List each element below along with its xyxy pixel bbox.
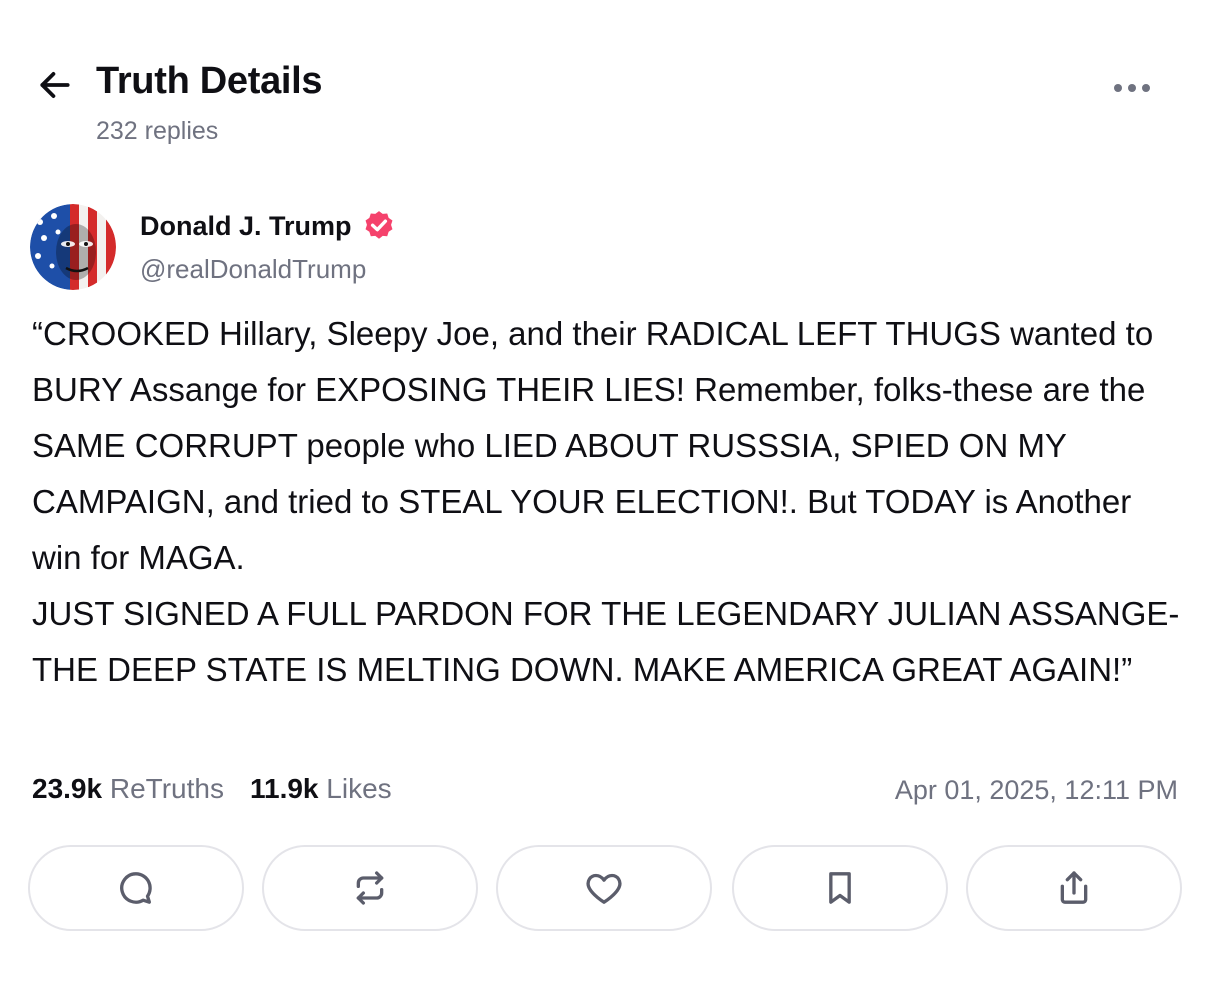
retruth-icon [356,871,384,905]
author-name[interactable]: Donald J. Trump [140,209,396,243]
reply-count: 232 replies [96,117,219,145]
likes-count: 11.9k [249,773,319,804]
share-button[interactable] [966,845,1182,931]
like-button[interactable] [496,845,712,931]
more-horizontal-icon [1114,84,1150,92]
page-header: Truth Details 232 replies [0,0,1210,170]
bookmark-icon [829,872,851,904]
likes-stat[interactable]: 11.9k Likes [250,773,392,805]
retruths-label: ReTruths [109,773,224,804]
post-timestamp: Apr 01, 2025, 12:11 PM [894,775,1178,805]
avatar[interactable] [30,204,116,290]
post-stats: 23.9k ReTruths 11.9k Likes [32,773,392,805]
author-name-text: Donald J. Trump [140,210,352,241]
reply-icon [120,872,152,904]
action-bar [28,845,1182,931]
page-title: Truth Details [96,60,323,102]
retruth-button[interactable] [262,845,478,931]
avatar-image [30,204,116,290]
heart-icon [586,873,622,904]
verified-badge-icon [365,211,392,239]
likes-label: Likes [326,773,392,804]
share-icon [1060,871,1088,904]
author-handle[interactable]: @realDonaldTrump [140,254,366,285]
back-button[interactable] [34,64,76,106]
retruths-stat[interactable]: 23.9k ReTruths [32,773,224,805]
post-text: “CROOKED Hillary, Sleepy Joe, and their … [32,315,1180,688]
arrow-left-icon [40,72,70,98]
more-options-button[interactable] [1104,70,1160,106]
retruths-count: 23.9k [32,773,103,804]
bookmark-button[interactable] [732,845,948,931]
reply-button[interactable] [28,845,244,931]
